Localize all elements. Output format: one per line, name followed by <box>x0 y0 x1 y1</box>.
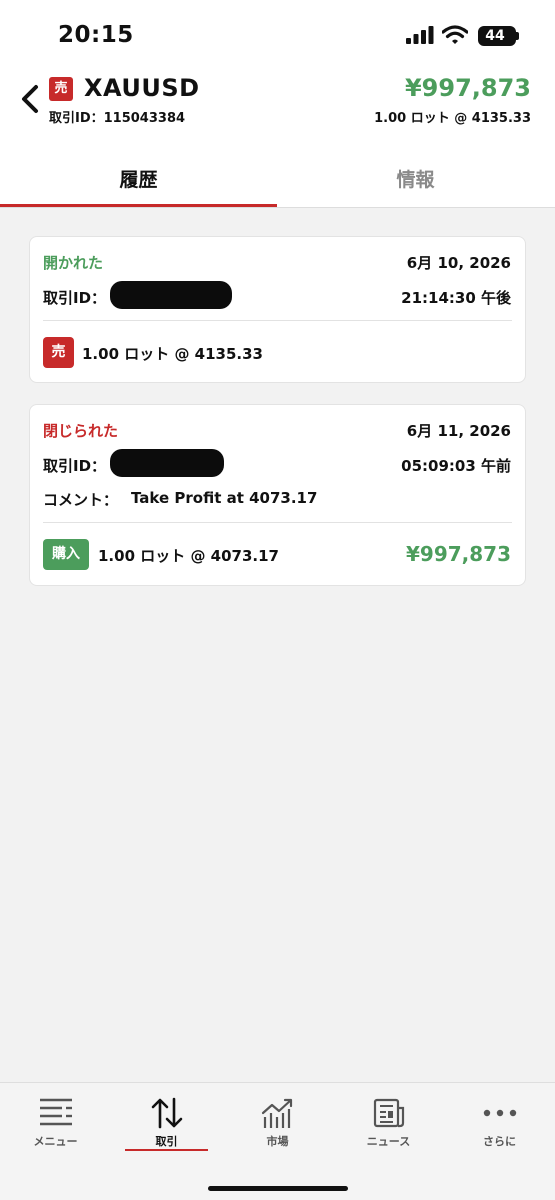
open-lots: 1.00 ロット @ 4135.33 <box>82 345 263 363</box>
news-icon <box>373 1098 405 1128</box>
side-badge-sell: 売 <box>43 337 74 368</box>
nav-trade[interactable]: 取引 <box>111 1083 222 1163</box>
nav-news[interactable]: ニュース <box>333 1083 444 1163</box>
redacted-id <box>110 449 224 477</box>
nav-market[interactable]: 市場 <box>222 1083 333 1163</box>
chevron-left-icon <box>22 85 38 113</box>
status-closed: 閉じられた <box>43 422 119 440</box>
comment-label: コメント： <box>43 491 119 509</box>
back-button[interactable] <box>18 84 44 114</box>
battery-level: 44 <box>485 28 505 44</box>
status-opened: 開かれた <box>43 254 104 272</box>
nav-market-label: 市場 <box>266 1135 289 1148</box>
more-dots-icon <box>483 1109 517 1117</box>
tab-info[interactable]: 情報 <box>277 152 554 208</box>
card-separator <box>43 320 512 321</box>
battery-icon: 44 <box>478 26 516 46</box>
open-time: 21:14:30 午後 <box>401 289 511 307</box>
cellular-signal-icon <box>406 26 434 44</box>
nav-more-label: さらに <box>483 1135 516 1148</box>
header-lot-info: 1.00 ロット @ 4135.33 <box>374 111 531 126</box>
symbol-title: XAUUSD <box>84 74 200 102</box>
wifi-icon <box>442 25 468 44</box>
close-trade-id-label: 取引ID： <box>43 457 107 475</box>
tab-history[interactable]: 履歴 <box>0 152 277 208</box>
header-pnl: ¥997,873 <box>404 74 531 102</box>
nav-more[interactable]: さらに <box>444 1083 555 1163</box>
nav-menu[interactable]: メニュー <box>0 1083 111 1163</box>
open-date: 6月 10, 2026 <box>406 254 511 272</box>
close-profit: ¥997,873 <box>405 542 511 566</box>
close-date: 6月 11, 2026 <box>406 422 511 440</box>
history-card-opened: 開かれた 6月 10, 2026 取引ID： 21:14:30 午後 売 1.0… <box>29 236 526 383</box>
nav-news-label: ニュース <box>366 1135 411 1148</box>
side-badge-sell: 売 <box>49 77 73 101</box>
battery-cap <box>516 32 519 40</box>
bottom-nav: メニュー 取引 市場 ニュース さらに <box>0 1082 555 1200</box>
trade-arrows-icon <box>151 1097 183 1129</box>
open-trade-id-label: 取引ID： <box>43 289 107 307</box>
card-separator <box>43 522 512 523</box>
side-badge-buy: 購入 <box>43 539 89 570</box>
tab-divider <box>0 207 555 208</box>
close-time: 05:09:03 午前 <box>401 457 511 475</box>
history-card-closed: 閉じられた 6月 11, 2026 取引ID： 05:09:03 午前 コメント… <box>29 404 526 586</box>
nav-active-indicator <box>125 1149 208 1151</box>
nav-trade-label: 取引 <box>155 1135 178 1148</box>
comment-value: Take Profit at 4073.17 <box>131 489 318 507</box>
menu-icon <box>40 1098 72 1126</box>
nav-menu-label: メニュー <box>33 1135 78 1148</box>
status-time: 20:15 <box>58 22 134 48</box>
redacted-id <box>110 281 232 309</box>
market-chart-icon <box>261 1098 293 1128</box>
close-lots: 1.00 ロット @ 4073.17 <box>98 547 279 565</box>
home-indicator <box>208 1186 348 1191</box>
trade-id: 取引ID：115043384 <box>49 111 186 126</box>
status-bar: 20:15 44 <box>0 0 555 70</box>
